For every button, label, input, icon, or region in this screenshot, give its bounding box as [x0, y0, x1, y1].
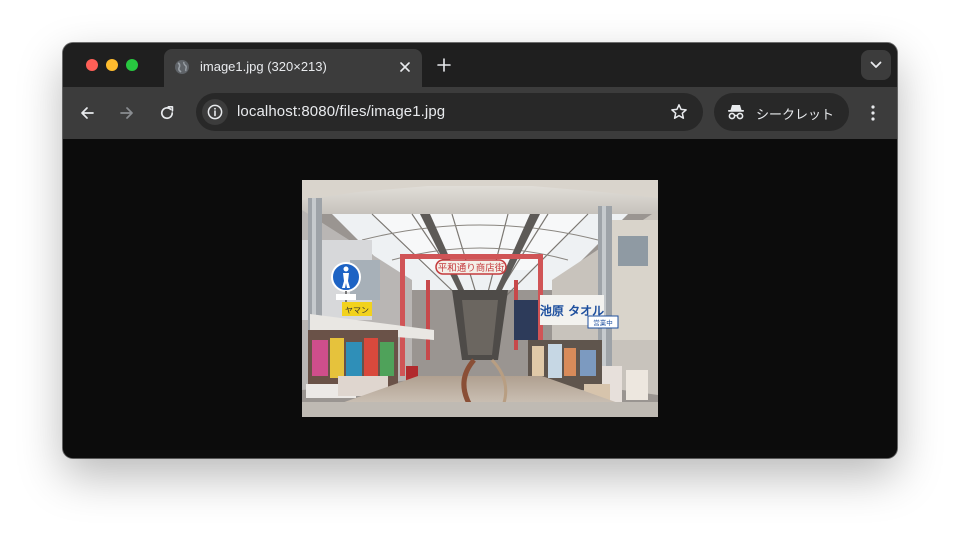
reload-icon	[160, 105, 174, 120]
forward-arrow-icon	[120, 107, 133, 119]
tab-strip: image1.jpg (320×213)	[63, 43, 897, 87]
minimize-window-button[interactable]	[106, 59, 118, 71]
shopping-arcade-photo: 平和通り商店街 池原 タオル 営業中 ヤマン	[302, 180, 658, 417]
incognito-indicator[interactable]: シークレット	[714, 93, 849, 131]
yellow-sign-text: ヤマン	[345, 306, 369, 315]
close-window-button[interactable]	[86, 59, 98, 71]
forward-button[interactable]	[115, 101, 139, 125]
globe-icon	[175, 60, 189, 74]
maximize-window-button[interactable]	[126, 59, 138, 71]
close-icon	[400, 62, 410, 72]
browser-menu-button[interactable]	[862, 101, 884, 125]
back-arrow-icon	[81, 107, 94, 119]
toolbar: localhost:8080/files/image1.jpg シークレット	[63, 87, 897, 139]
tab-search-button[interactable]	[861, 50, 891, 80]
chevron-down-icon	[870, 61, 882, 68]
info-icon	[207, 104, 223, 120]
plus-icon	[437, 58, 451, 72]
arch-sign-text: 平和通り商店街	[438, 262, 505, 274]
back-button[interactable]	[75, 101, 99, 125]
browser-window: image1.jpg (320×213) localhost:8080/file…	[63, 43, 897, 458]
reload-button[interactable]	[155, 101, 179, 125]
star-icon	[671, 104, 687, 119]
tab-image1[interactable]: image1.jpg (320×213)	[164, 49, 422, 87]
incognito-label: シークレット	[756, 107, 835, 122]
more-vert-icon	[871, 105, 875, 121]
new-tab-button[interactable]	[434, 55, 454, 75]
address-bar[interactable]: localhost:8080/files/image1.jpg	[196, 93, 703, 131]
open-sign-text: 営業中	[593, 318, 613, 327]
site-info-button[interactable]	[202, 99, 228, 125]
tab-title: image1.jpg (320×213)	[200, 59, 327, 74]
incognito-icon	[728, 105, 744, 120]
url-text[interactable]: localhost:8080/files/image1.jpg	[237, 103, 445, 120]
bookmark-button[interactable]	[669, 102, 689, 122]
image-viewer: 平和通り商店街 池原 タオル 営業中 ヤマン	[63, 139, 897, 458]
close-tab-button[interactable]	[396, 58, 414, 76]
